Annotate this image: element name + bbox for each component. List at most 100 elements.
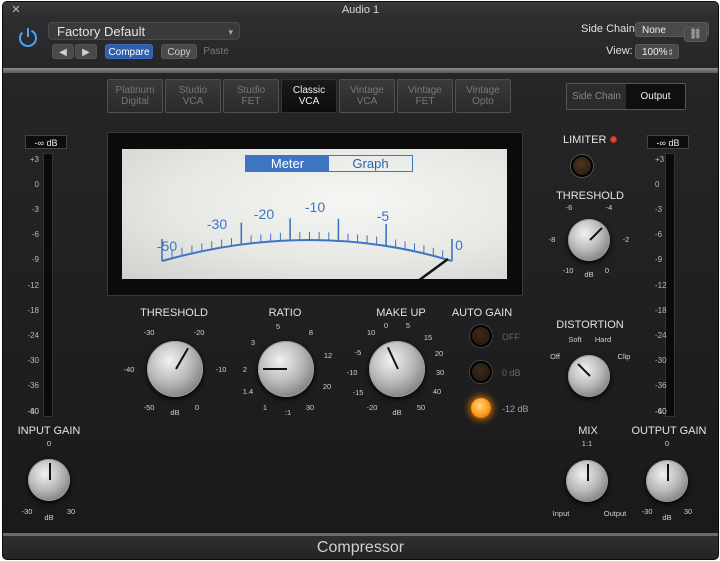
knob-scale-tick: -20 — [366, 403, 378, 412]
mix-label: MIX — [578, 425, 598, 437]
meter-scale-tick: -24 — [655, 331, 667, 340]
knob-scale-tick: 12 — [323, 351, 333, 360]
circuit-button-platinum-digital[interactable]: Platinum Digital — [107, 79, 163, 113]
limiter-label: LIMITER — [563, 134, 607, 146]
input-gain-label: INPUT GAIN — [17, 425, 81, 437]
meter-scale-tick: -3 — [655, 205, 663, 214]
meter-scale-tick: -30 — [27, 356, 39, 365]
auto-gain-label: AUTO GAIN — [451, 307, 513, 319]
sidechain-view-button[interactable]: Side Chain — [567, 84, 626, 109]
output-view-button[interactable]: Output — [626, 84, 685, 109]
input-gain-knob[interactable] — [28, 459, 70, 501]
circuit-button-studio-vca[interactable]: Studio VCA — [165, 79, 221, 113]
knob-indicator — [386, 346, 399, 370]
sidechain-value: None — [642, 25, 666, 36]
ratio-knob[interactable] — [258, 341, 314, 397]
previous-preset-button[interactable]: ◀ — [52, 44, 74, 59]
circuit-button-line2: VCA — [298, 96, 320, 107]
makeup-label: MAKE UP — [376, 307, 426, 319]
meter-scale-label: -10 — [305, 199, 325, 215]
distortion-knob[interactable] — [568, 355, 610, 397]
view-zoom-select[interactable]: 100% ⇕ — [635, 44, 679, 59]
compare-button[interactable]: Compare — [105, 44, 153, 59]
circuit-button-vintage-opto[interactable]: Vintage Opto — [455, 79, 511, 113]
meter-scale-tick: +3 — [655, 155, 665, 164]
circuit-button-classic-vca[interactable]: Classic VCA — [281, 79, 337, 113]
knob-scale-tick: -6 — [565, 203, 573, 212]
knob-scale-tick: 15 — [423, 333, 433, 342]
circuit-button-studio-fet[interactable]: Studio FET — [223, 79, 279, 113]
knob-scale-tick: 20 — [434, 349, 444, 358]
gain-reduction-meter: Meter Graph -50 -30 -20 -10 -5 0 — [107, 132, 523, 296]
chevron-down-icon: ▾ — [228, 27, 233, 37]
input-level-readout: -∞ dB — [25, 135, 67, 149]
auto-gain-off-button[interactable] — [470, 325, 492, 347]
mix-knob[interactable] — [566, 460, 608, 502]
meter-arc — [161, 239, 453, 262]
meter-scale-tick: 0 — [655, 180, 660, 189]
circuit-button-line1: Studio — [236, 85, 266, 96]
distortion-label: DISTORTION — [556, 319, 624, 331]
knob-scale-tick: dB — [44, 513, 54, 522]
knob-indicator — [587, 464, 589, 481]
preset-dropdown[interactable]: Factory Default ▾ — [48, 22, 240, 40]
knob-scale-tick: dB — [662, 513, 672, 522]
knob-scale-tick: -4 — [605, 203, 613, 212]
knob-scale-tick: 8 — [308, 328, 314, 337]
panel-top-trim — [3, 68, 718, 73]
circuit-type-selector: Platinum Digital Studio VCA Studio FET Classic… — [107, 79, 511, 113]
knob-indicator — [263, 368, 287, 370]
meter-scale-tick: -9 — [655, 255, 663, 264]
copy-button[interactable]: Copy — [161, 44, 197, 59]
meter-scale-tick: -6 — [31, 230, 39, 239]
circuit-button-vintage-fet[interactable]: Vintage FET — [397, 79, 453, 113]
power-icon[interactable] — [17, 26, 39, 48]
output-gain-knob[interactable] — [646, 460, 688, 502]
limiter-threshold-label: THRESHOLD — [556, 190, 624, 202]
paste-button[interactable]: Paste — [199, 44, 233, 59]
meter-scale-tick: +3 — [29, 155, 39, 164]
knob-scale-tick: Input — [552, 509, 570, 518]
meter-scale-graphic: -50-30-20 -10-50 — [157, 199, 463, 279]
auto-gain-0db-button[interactable] — [470, 361, 492, 383]
knob-scale-tick: -20 — [193, 328, 205, 337]
knob-scale-tick: 1.4 — [242, 387, 254, 396]
limiter-toggle[interactable] — [571, 155, 593, 177]
link-icon[interactable]: ⛓ — [684, 27, 707, 42]
preset-name: Factory Default — [57, 24, 146, 39]
knob-scale-tick: -30 — [143, 328, 155, 337]
limiter-threshold-knob[interactable] — [568, 219, 610, 261]
ratio-label: RATIO — [268, 307, 302, 319]
circuit-button-vintage-vca[interactable]: Vintage VCA — [339, 79, 395, 113]
knob-scale-tick: Clip — [617, 352, 631, 361]
meter-scale-tick: -12 — [655, 281, 667, 290]
knob-scale-tick: 50 — [416, 403, 426, 412]
circuit-button-line2: FET — [241, 96, 261, 107]
knob-scale-tick: dB — [392, 408, 402, 417]
knob-indicator — [589, 227, 603, 241]
knob-scale-tick: -5 — [354, 348, 362, 357]
meter-scale-tick: -18 — [27, 306, 39, 315]
close-icon[interactable]: ✕ — [11, 5, 21, 16]
knob-scale-tick: Soft — [568, 335, 582, 344]
auto-gain-minus12db-button[interactable] — [470, 397, 492, 419]
circuit-button-line2: Digital — [121, 96, 149, 107]
next-preset-button[interactable]: ▶ — [75, 44, 97, 59]
view-label: View: — [606, 45, 633, 57]
makeup-knob[interactable] — [369, 341, 425, 397]
plugin-window: ✕ Audio 1 Factory Default ▾ ◀ ▶ Compare … — [2, 1, 719, 560]
circuit-button-line1: Classic — [292, 85, 326, 96]
knob-scale-tick: -8 — [548, 235, 556, 244]
meter-scale-tick: -3 — [31, 205, 39, 214]
meter-scale-label: -20 — [254, 206, 274, 222]
circuit-button-line2: Opto — [472, 96, 494, 107]
meter-scale-tick: -24 — [27, 331, 39, 340]
knob-scale-tick: -40 — [123, 365, 135, 374]
knob-scale-tick: 30 — [435, 368, 445, 377]
view-switch: Side Chain Output — [566, 83, 686, 110]
auto-gain-0db-label: 0 dB — [502, 368, 521, 378]
title-bar: ✕ Audio 1 — [3, 2, 718, 18]
threshold-knob[interactable] — [147, 341, 203, 397]
meter-scale-label: -30 — [207, 216, 227, 232]
window-title: Audio 1 — [341, 4, 380, 16]
